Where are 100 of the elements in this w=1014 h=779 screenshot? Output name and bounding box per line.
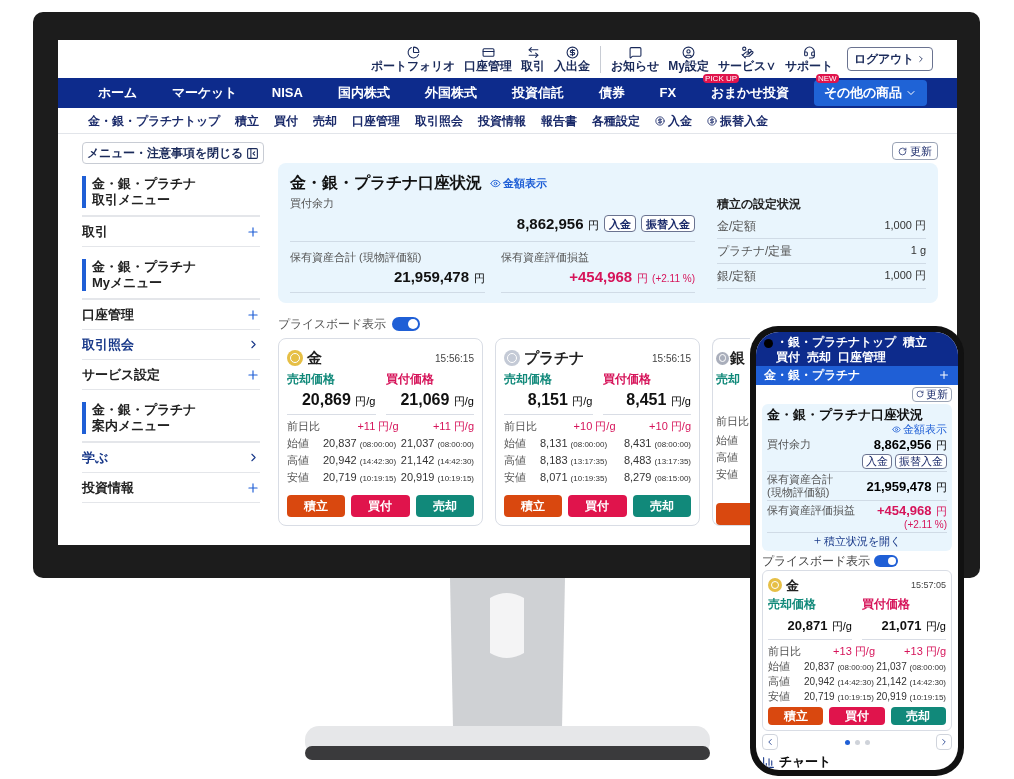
menu-heading-text: Myメニュー [92, 275, 164, 291]
chart-heading: チャート [779, 754, 831, 770]
utility-link[interactable]: 取引 [521, 45, 546, 73]
subnav-link[interactable]: 積立 [235, 111, 259, 130]
sell-change: +11 円/g [356, 418, 399, 434]
nav-link[interactable]: 口座管理 [838, 350, 886, 365]
trade-button[interactable]: 積立 [287, 495, 346, 517]
subnav-link[interactable]: 投資情報 [478, 111, 526, 130]
toggle-switch[interactable] [874, 554, 898, 567]
nav-tab[interactable]: 債券 [588, 80, 635, 106]
subnav-link[interactable]: 金・銀・プラチナトップ [88, 111, 220, 130]
utility-link[interactable]: ポートフォリオ [371, 45, 456, 73]
subnav-link[interactable]: 口座管理 [352, 111, 400, 130]
sell-price-label: 売却価格 [768, 596, 817, 613]
nav-tab[interactable]: ホーム [88, 80, 147, 106]
utility-link[interactable]: お知らせ [611, 45, 660, 73]
trade-button[interactable]: 積立 [768, 707, 824, 725]
trade-button[interactable]: 買付 [568, 495, 627, 517]
small-button[interactable]: 入金 [604, 215, 636, 232]
trade-button[interactable]: 買付 [829, 707, 885, 725]
arrows-icon [526, 45, 540, 59]
buy-value: 8,483 (13:17:35) [622, 452, 691, 468]
row-label: 前日比 [716, 414, 750, 430]
user-icon [682, 45, 696, 59]
nav-link[interactable]: ・銀・プラチナトップ [776, 335, 896, 350]
field-label: 保有資産合計 (現物評価額) [290, 249, 423, 265]
row-label: 安値 [504, 469, 527, 485]
logout-button[interactable]: ログアウト [847, 47, 933, 71]
sidebar-item[interactable]: 口座管理 [82, 300, 260, 330]
nav-tab[interactable]: FX [649, 80, 687, 106]
utility-link[interactable]: 入出金 [554, 45, 591, 73]
chevron-left-icon [765, 737, 775, 747]
expand-link[interactable]: 積立状況を開く [813, 533, 901, 548]
nav-tab[interactable]: その他の商品 [814, 80, 927, 106]
sell-price: 8,151 円/g [504, 387, 593, 415]
buy-value: 21,037 (08:00:00) [875, 659, 946, 674]
field-label: 保有資産合計 [767, 472, 833, 486]
sidebar-item[interactable]: 投資情報 [82, 473, 260, 503]
small-button[interactable]: 入金 [862, 453, 892, 469]
toggle-switch[interactable] [392, 317, 420, 331]
trade-button[interactable]: 買付 [351, 495, 410, 517]
sidebar-item[interactable]: サービス設定 [82, 360, 260, 390]
menu-heading-text: 案内メニュー [92, 418, 171, 434]
row-label: 前日比 [287, 418, 321, 434]
trade-button[interactable]: 売却 [632, 495, 691, 517]
sidebar-item[interactable]: 学ぶ [82, 443, 260, 473]
metal-name: 銀 [730, 348, 745, 368]
subnav-link[interactable]: 売却 [313, 111, 337, 130]
metal-name: 金 [307, 348, 322, 368]
panel-title: 金・銀・プラチナ口座状況 [767, 406, 924, 423]
subnav-link[interactable]: 振替入金 [707, 111, 768, 130]
nav-tab[interactable]: 投資信託 [501, 80, 574, 106]
refresh-button[interactable]: 更新 [892, 142, 938, 160]
buy-change: +13 円/g [903, 644, 946, 659]
utility-link[interactable]: サポート [785, 45, 833, 73]
buy-value: 21,142 (14:42:30) [875, 674, 946, 689]
nav-link[interactable]: 積立 [903, 335, 927, 350]
plus-icon[interactable] [938, 369, 950, 382]
subnav-link[interactable]: 取引照会 [415, 111, 463, 130]
trade-button[interactable]: 積立 [504, 495, 563, 517]
nav-tab[interactable]: 外国株式 [414, 80, 487, 106]
buy-value: 21,037 (08:00:00) [399, 435, 474, 451]
utility-link[interactable]: My設定 [668, 45, 709, 73]
sell-price: 20,869 円/g [287, 387, 376, 415]
show-amount-link[interactable]: 金額表示 [892, 422, 947, 436]
previous-button[interactable] [762, 734, 778, 750]
nav-tab[interactable]: NISA [261, 80, 313, 106]
small-button[interactable]: 振替入金 [895, 453, 947, 469]
nav-tab[interactable]: おまかせ投資 [701, 80, 800, 106]
refresh-button[interactable]: 更新 [912, 386, 952, 402]
small-button[interactable]: 振替入金 [641, 215, 695, 232]
show-amount-link[interactable]: 金額表示 [490, 174, 547, 192]
headset-icon [802, 45, 816, 59]
utility-link[interactable]: 口座管理 [464, 45, 513, 73]
close-menu-button[interactable]: メニュー・注意事項を閉じる [82, 142, 264, 164]
subnav-link[interactable]: 入金 [655, 111, 692, 130]
amount-value: 21,959,478 円 [393, 267, 485, 287]
price-time: 15:57:05 [910, 578, 946, 592]
sidebar-item[interactable]: 取引照会 [82, 330, 260, 360]
row-label: 始値 [504, 435, 527, 451]
utility-link[interactable]: サービス∨ [718, 45, 776, 73]
nav-tab[interactable]: マーケット [161, 80, 247, 106]
sell-value: 8,071 (10:19:35) [540, 469, 609, 485]
nav-tab[interactable]: 国内株式 [327, 80, 400, 106]
sidebar-item[interactable]: 取引 [82, 217, 260, 247]
subnav-link[interactable]: 報告書 [541, 111, 577, 130]
price-time: 15:56:15 [652, 351, 691, 366]
next-button[interactable] [936, 734, 952, 750]
subnav-link[interactable]: 各種設定 [592, 111, 640, 130]
refresh-icon [898, 146, 907, 156]
nav-link[interactable]: 売却 [807, 350, 831, 365]
field-label: 保有資産評価損益 [500, 249, 590, 265]
trade-button[interactable]: 売却 [890, 707, 946, 725]
nav-link[interactable]: 買付 [776, 350, 800, 365]
field-label: 保有資産評価損益 [767, 502, 855, 518]
trade-button[interactable]: 売却 [415, 495, 474, 517]
sell-price: 20,871 円/g [768, 613, 852, 640]
subnav-link[interactable]: 買付 [274, 111, 298, 130]
buy-price: 8,451 円/g [602, 387, 691, 415]
menu-heading-text: 金・銀・プラチナ [92, 259, 197, 275]
